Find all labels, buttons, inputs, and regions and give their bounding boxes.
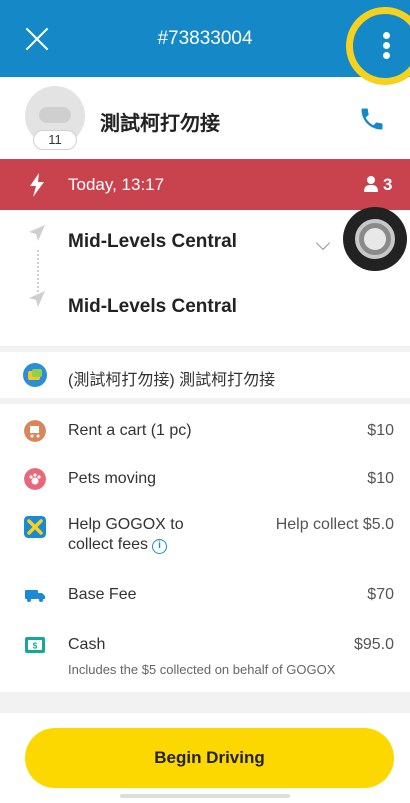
truck-icon — [25, 590, 45, 602]
fee-list: Rent a cart (1 pc) $10 Pets moving $10 H… — [0, 404, 410, 692]
passenger-count: 3 — [383, 175, 393, 194]
gogox-icon — [24, 516, 46, 538]
fee-cash-label: Cash — [68, 636, 106, 653]
customer-row: 11 測試柯打勿接 — [0, 77, 410, 159]
fee-base-label: Base Fee — [68, 586, 137, 603]
avatar: 11 — [25, 86, 85, 150]
chevron-down-icon[interactable] — [315, 235, 331, 251]
pickup-time: Today, 13:17 — [68, 175, 165, 194]
footer: Begin Driving — [0, 713, 410, 803]
customer-order-count-badge: 11 — [33, 130, 77, 150]
fee-cash-note: Includes the $5 collected on behalf of G… — [68, 662, 336, 677]
fee-collect-value: Help collect $5.0 — [275, 516, 394, 533]
home-indicator — [120, 794, 290, 798]
fee-cash-value: $95.0 — [353, 636, 394, 653]
fee-collect-label-line1: Help GOGOX to — [68, 516, 184, 533]
avatar-placeholder-icon — [39, 107, 71, 123]
fee-collect-label-line2-wrap: collect fees i — [68, 536, 168, 554]
fee-cart-label: Rent a cart (1 pc) — [68, 422, 192, 439]
lightning-icon — [30, 173, 44, 197]
customer-name: 測試柯打勿接 — [100, 113, 220, 135]
assistive-touch-button[interactable] — [343, 207, 407, 271]
dropoff-location: Mid-Levels Central — [68, 296, 237, 317]
navigation-arrow-icon — [29, 225, 45, 241]
remark-row: (測試柯打勿接) 測試柯打勿接 — [0, 352, 410, 398]
info-icon[interactable]: i — [152, 539, 168, 554]
fee-collect-label-line2: collect fees — [68, 536, 149, 553]
remark-text: (測試柯打勿接) 測試柯打勿接 — [68, 372, 276, 389]
fee-pets-label: Pets moving — [68, 470, 157, 487]
paw-icon — [24, 468, 46, 490]
route-connector — [37, 250, 39, 292]
phone-icon[interactable] — [358, 105, 386, 133]
pickup-location: Mid-Levels Central — [68, 231, 237, 252]
svg-text:$: $ — [33, 642, 38, 651]
fee-base-value: $70 — [367, 586, 394, 603]
cash-icon: $ — [25, 637, 45, 653]
schedule-bar: Today, 13:17 3 — [0, 159, 410, 210]
navigation-arrow-icon — [29, 291, 45, 307]
fee-cart-value: $10 — [367, 422, 394, 439]
order-detail-screen: #73833004 11 測試柯打勿接 Today, 13:17 3 Mid-L… — [0, 0, 410, 803]
begin-driving-button[interactable]: Begin Driving — [25, 728, 394, 788]
chat-icon — [23, 363, 47, 387]
cart-icon — [24, 420, 46, 442]
fee-pets-value: $10 — [367, 470, 394, 487]
person-icon — [364, 176, 378, 192]
